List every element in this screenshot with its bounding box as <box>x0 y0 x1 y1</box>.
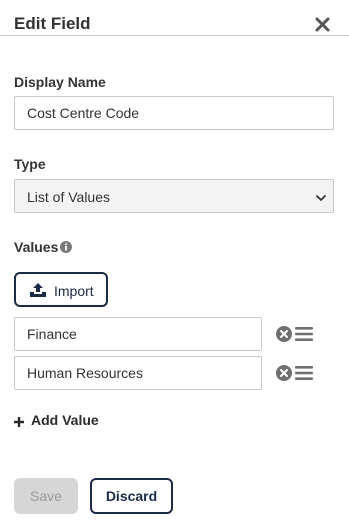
import-button-label: Import <box>54 283 94 299</box>
type-select[interactable]: List of Values <box>14 179 334 213</box>
save-button-label: Save <box>30 488 62 504</box>
import-button[interactable]: Import <box>14 272 108 307</box>
value-row <box>14 356 334 390</box>
chevron-down-icon <box>315 191 327 203</box>
remove-icon[interactable] <box>276 326 292 342</box>
add-value-label: Add Value <box>31 412 99 428</box>
discard-button-label: Discard <box>105 488 158 504</box>
edit-field-panel: Edit Field Display Name Type List of Val… <box>0 0 349 532</box>
panel-header: Edit Field <box>0 0 349 36</box>
value-row <box>14 317 334 351</box>
discard-button[interactable]: Discard <box>90 478 173 514</box>
values-label: Values <box>14 239 59 255</box>
display-name-input[interactable] <box>14 96 334 130</box>
upload-icon <box>29 282 47 299</box>
panel-title: Edit Field <box>14 14 91 33</box>
info-icon[interactable] <box>60 240 72 253</box>
type-select-value: List of Values <box>27 189 111 205</box>
drag-handle-icon[interactable] <box>295 366 313 380</box>
plus-icon <box>14 414 24 427</box>
value-input[interactable] <box>14 356 262 390</box>
drag-handle-icon[interactable] <box>295 327 313 341</box>
remove-icon[interactable] <box>276 365 292 381</box>
close-icon[interactable] <box>314 16 334 36</box>
display-name-label: Display Name <box>14 74 106 90</box>
type-label: Type <box>14 156 46 172</box>
add-value-button[interactable]: Add Value <box>14 411 104 429</box>
save-button[interactable]: Save <box>14 478 78 514</box>
value-input[interactable] <box>14 317 262 351</box>
